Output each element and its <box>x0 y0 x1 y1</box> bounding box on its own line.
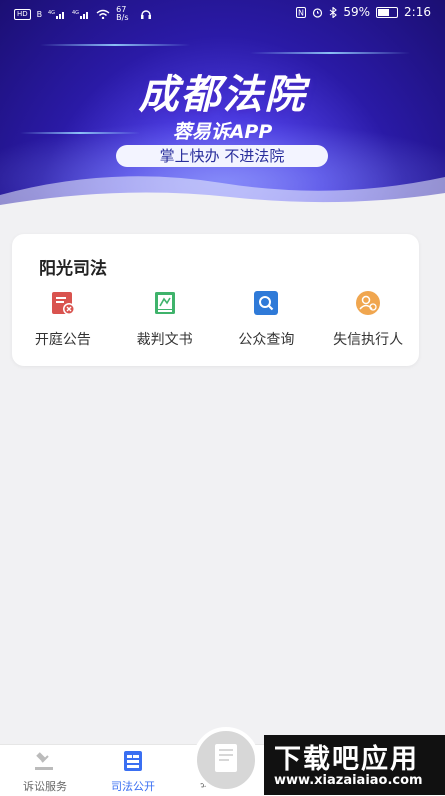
svg-text:N: N <box>298 8 304 17</box>
search-icon <box>254 291 279 315</box>
court-notice-label: 开庭公告 <box>34 332 91 348</box>
svg-text:4G: 4G <box>72 10 79 16</box>
bluetooth-icon <box>330 6 338 18</box>
my-cases-icon <box>215 744 237 772</box>
network-speed: 67 B/s <box>116 5 129 22</box>
b-indicator: B <box>36 9 43 19</box>
nav-label: 司法公开 <box>111 780 155 793</box>
clock: 2:16 <box>404 5 431 19</box>
public-query-label: 公众查询 <box>238 332 295 348</box>
nfc-icon: N <box>296 6 307 18</box>
hd-indicator: HD <box>14 8 31 20</box>
signal-icon: 4G <box>48 10 65 19</box>
my-cases-fab[interactable] <box>193 727 259 793</box>
court-notice-icon <box>51 292 75 315</box>
judgment-documents-button[interactable]: 裁判文书 <box>114 290 216 349</box>
battery-icon <box>376 6 399 18</box>
gavel-icon <box>35 752 53 770</box>
banner: 成都法院 蓉易诉APP 掌上快办 不进法院 <box>0 0 445 215</box>
banner-slogan: 掌上快办 不进法院 <box>116 145 328 167</box>
headset-icon <box>141 10 152 19</box>
dishonest-executee-label: 失信执行人 <box>333 332 404 348</box>
alarm-icon <box>313 7 323 18</box>
banner-subtitle: 蓉易诉APP <box>172 121 273 143</box>
signal-icon: 4G <box>72 10 89 19</box>
banner-light-streak <box>40 44 190 46</box>
status-left: HD B 4G 4G 67 B/s <box>14 6 152 22</box>
nav-judicial-publicity[interactable]: 司法公开 <box>88 745 178 794</box>
banner-title: 成都法院 <box>138 72 307 118</box>
status-right: N 59% 2:16 <box>296 5 431 19</box>
public-info-icon <box>124 751 142 771</box>
sunlight-justice-card: 阳光司法 开庭公告 裁判文书 公众查询 失信执行人 <box>12 234 419 366</box>
judgment-document-icon <box>154 292 175 314</box>
battery-percent: 59% <box>343 5 371 19</box>
card-items: 开庭公告 裁判文书 公众查询 失信执行人 <box>12 290 419 349</box>
dishonest-executee-button[interactable]: 失信执行人 <box>317 290 419 349</box>
public-query-button[interactable]: 公众查询 <box>216 290 318 349</box>
card-title: 阳光司法 <box>39 259 107 279</box>
watermark-url: www.xiazaiaiao.com <box>274 773 423 788</box>
nav-label: 诉讼服务 <box>23 780 67 793</box>
dishonest-person-icon <box>356 291 381 315</box>
court-notice-button[interactable]: 开庭公告 <box>12 290 114 349</box>
banner-light-streak <box>250 52 410 54</box>
watermark-title: 下载吧应用 <box>274 744 419 775</box>
svg-text:4G: 4G <box>48 10 55 16</box>
wifi-icon <box>96 9 110 19</box>
judgment-documents-label: 裁判文书 <box>136 332 193 348</box>
watermark: 下载吧应用 www.xiazaiaiao.com <box>264 735 445 795</box>
nav-litigation-services[interactable]: 诉讼服务 <box>0 745 90 794</box>
status-bar: HD B 4G 4G 67 B/s N 59% 2:16 <box>0 0 445 28</box>
